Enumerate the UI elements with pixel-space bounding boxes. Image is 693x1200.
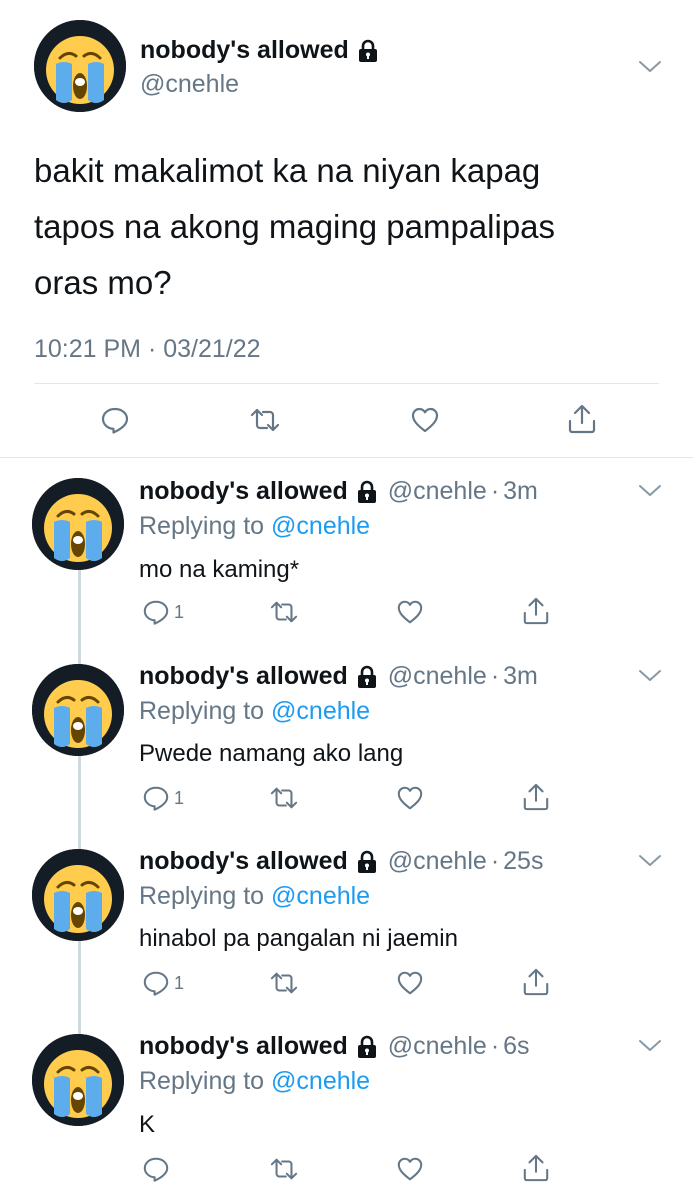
reply-text: mo na kaming* [139,556,300,583]
avatar[interactable] [32,1034,124,1126]
reply-icon[interactable] [142,598,170,626]
share-icon[interactable] [522,596,550,626]
heart-icon[interactable] [396,969,424,997]
relative-time[interactable]: 3m [503,662,538,691]
retweet-icon[interactable] [268,598,300,626]
replying-to-label: Replying to [139,512,265,540]
replying-to: Replying to @cnehle [139,512,370,541]
username[interactable]: @cnehle [388,662,487,691]
reply-icon[interactable] [142,784,170,812]
retweet-icon[interactable] [268,1155,300,1183]
relative-time[interactable]: 6s [503,1032,529,1061]
username[interactable]: @cnehle [140,70,239,99]
loudly-crying-face-icon [32,1034,124,1126]
reply-icon[interactable] [142,1155,170,1183]
display-name[interactable]: nobody's allowed [140,36,349,65]
reply-text: K [139,1111,156,1138]
tweet-timestamp[interactable]: 10:21 PM · 03/21/22 [34,335,261,364]
retweet-icon[interactable] [268,969,300,997]
chevron-down-icon[interactable] [638,669,662,683]
username[interactable]: @cnehle [388,847,487,876]
reply-text: Pwede namang ako lang [139,740,404,767]
retweet-icon[interactable] [248,405,282,435]
heart-icon[interactable] [396,598,424,626]
chevron-down-icon[interactable] [638,484,662,498]
loudly-crying-face-icon [32,478,124,570]
heart-icon[interactable] [410,405,440,435]
mention-link[interactable]: @cnehle [271,512,370,540]
share-icon[interactable] [522,1153,550,1183]
separator-dot: · [490,662,500,690]
divider [0,457,693,458]
replying-to-label: Replying to [139,882,265,910]
separator-dot: · [490,847,500,875]
chevron-down-icon[interactable] [638,1039,662,1053]
lock-icon [356,480,378,504]
tweet-text-line: tapos na akong maging pampalipas [34,208,556,245]
mention-link[interactable]: @cnehle [271,1067,370,1095]
divider [34,383,659,384]
loudly-crying-face-icon [32,664,124,756]
reply-action[interactable]: 1 [142,969,184,997]
lock-icon [356,665,378,689]
thread-connector [78,756,81,851]
relative-time[interactable]: 25s [503,847,543,876]
reply-text: hinabol pa pangalan ni jaemin [139,925,458,952]
lock-icon [356,850,378,874]
relative-time[interactable]: 3m [503,477,538,506]
mention-link[interactable]: @cnehle [271,882,370,910]
share-icon[interactable] [522,967,550,997]
reply-action[interactable]: 1 [142,784,184,812]
author-row: nobody's allowed @cnehle · 25s [139,847,543,876]
lock-icon [356,1035,378,1059]
thread-connector [78,570,81,666]
author-row: nobody's allowed @cnehle · 6s [139,1032,530,1061]
chevron-down-icon[interactable] [638,854,662,868]
share-icon[interactable] [567,403,597,435]
tweet-text-line: oras mo? [34,264,172,301]
reply-action[interactable] [142,1155,174,1183]
share-icon[interactable] [522,782,550,812]
reply-count: 1 [174,972,185,993]
display-name[interactable]: nobody's allowed [139,847,348,876]
replying-to: Replying to @cnehle [139,882,370,911]
username[interactable]: @cnehle [388,1032,487,1061]
heart-icon[interactable] [396,1155,424,1183]
author-row: nobody's allowed @cnehle · 3m [139,477,538,506]
lock-icon [357,39,379,63]
replying-to: Replying to @cnehle [139,697,370,726]
username[interactable]: @cnehle [388,477,487,506]
display-name[interactable]: nobody's allowed [139,662,348,691]
heart-icon[interactable] [396,784,424,812]
tweet-text-line: bakit makalimot ka na niyan kapag [34,152,541,189]
avatar[interactable] [34,20,126,112]
separator-dot: · [490,1032,500,1060]
replying-to: Replying to @cnehle [139,1067,370,1096]
reply-action[interactable]: 1 [142,598,184,626]
separator-dot: · [490,477,500,505]
display-name[interactable]: nobody's allowed [139,1032,348,1061]
tweet-text: bakit makalimot ka na niyan kapag tapos … [34,143,555,311]
reply-icon[interactable] [100,405,130,435]
chevron-down-icon[interactable] [638,60,662,74]
retweet-icon[interactable] [268,784,300,812]
reply-count: 1 [174,787,185,808]
author-row: nobody's allowed [140,36,379,65]
author-row: nobody's allowed @cnehle · 3m [139,662,538,691]
replying-to-label: Replying to [139,1067,265,1095]
reply-count: 1 [174,601,185,622]
replying-to-label: Replying to [139,697,265,725]
loudly-crying-face-icon [34,20,126,112]
thread-connector [78,941,81,1037]
reply-icon[interactable] [142,969,170,997]
avatar[interactable] [32,664,124,756]
avatar[interactable] [32,478,124,570]
loudly-crying-face-icon [32,849,124,941]
display-name[interactable]: nobody's allowed [139,477,348,506]
mention-link[interactable]: @cnehle [271,697,370,725]
avatar[interactable] [32,849,124,941]
